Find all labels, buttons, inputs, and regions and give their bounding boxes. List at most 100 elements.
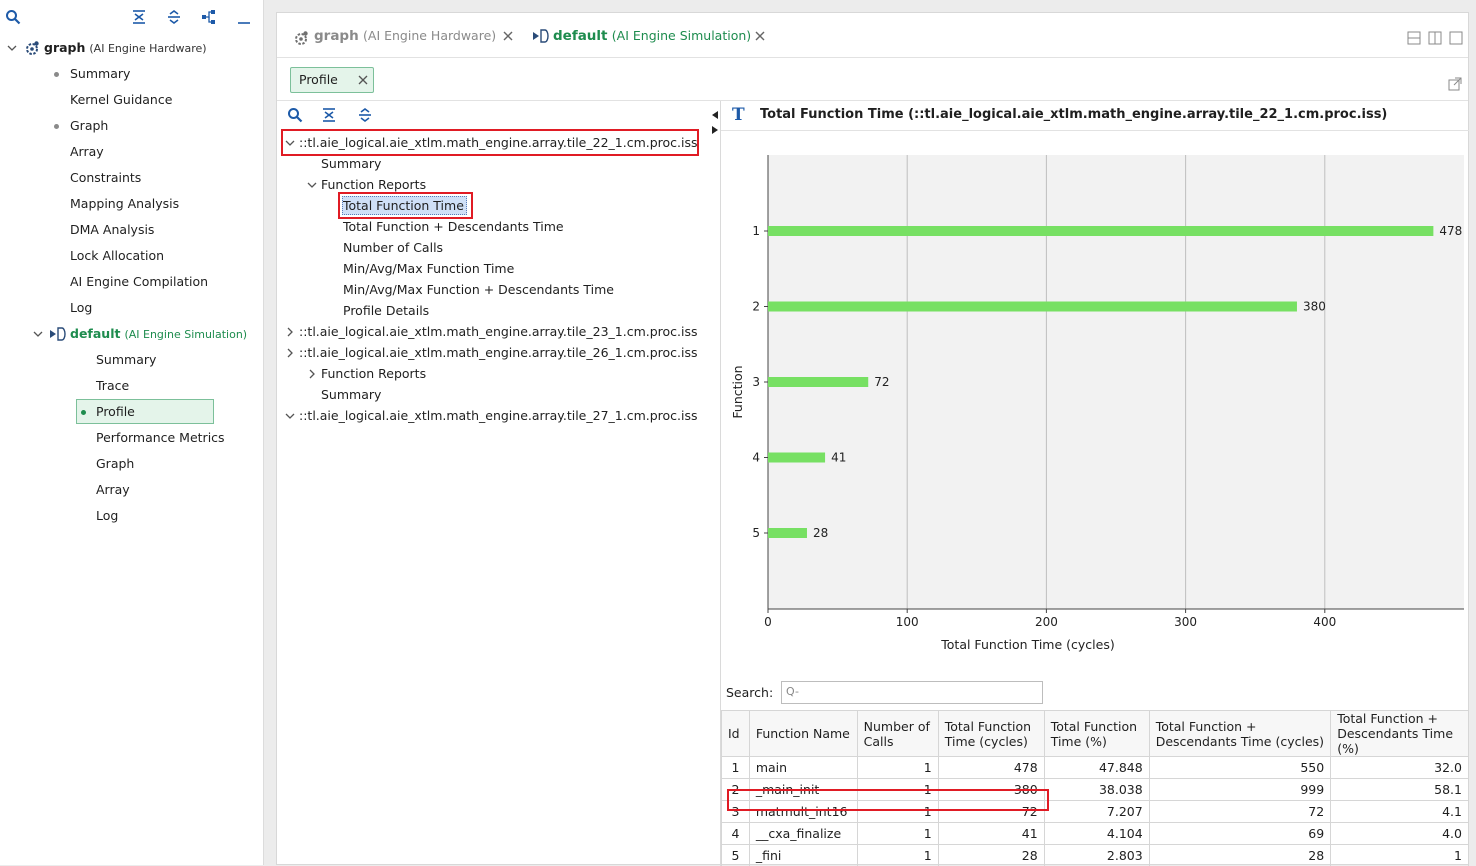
nav-default-graph[interactable]: Graph	[96, 453, 134, 475]
y-tick-label: 3	[752, 375, 760, 389]
nav-constraints[interactable]: Constraints	[70, 167, 141, 189]
table-cell: 4.1	[1331, 801, 1469, 823]
tab-graph-label: graph	[314, 28, 359, 44]
nav-default-root[interactable]: default (AI Engine Simulation)	[70, 323, 247, 345]
tree-function-descendants-time[interactable]: Total Function + Descendants Time	[343, 216, 564, 237]
nav-graph-graph[interactable]: Graph	[70, 115, 108, 137]
collapse-all-icon[interactable]	[318, 104, 340, 126]
table-cell: 28	[1149, 845, 1331, 866]
split-horizontal-icon[interactable]	[1407, 31, 1421, 45]
highlight-box	[338, 192, 473, 219]
search-icon[interactable]	[2, 6, 24, 28]
status-dot	[54, 124, 59, 129]
collapse-all-icon[interactable]	[128, 6, 150, 28]
search-input[interactable]: Q-	[781, 681, 1043, 704]
nav-graph-log[interactable]: Log	[70, 297, 92, 319]
tree-min-avg-max-descendants-time[interactable]: Min/Avg/Max Function + Descendants Time	[343, 279, 614, 300]
flow-navigator: graph (AI Engine Hardware) Summary Kerne…	[0, 0, 264, 865]
data-label: 41	[831, 451, 846, 465]
tree-tile-23-1[interactable]: ::tl.aie_logical.aie_xtlm.math_engine.ar…	[299, 321, 698, 342]
close-icon[interactable]	[358, 75, 368, 85]
nav-default-summary[interactable]: Summary	[96, 349, 156, 371]
column-header[interactable]: Number of Calls	[857, 711, 938, 757]
chevron-right-icon[interactable]	[284, 342, 296, 364]
tab-graph[interactable]: graph (AI Engine Hardware)	[314, 23, 496, 49]
tree-tile-26-1[interactable]: ::tl.aie_logical.aie_xtlm.math_engine.ar…	[299, 342, 698, 363]
nav-profile[interactable]: Profile	[96, 401, 135, 423]
table-row[interactable]: 4__cxa_finalize1414.104694.0	[722, 823, 1469, 845]
tree-tile-27-1[interactable]: ::tl.aie_logical.aie_xtlm.math_engine.ar…	[299, 405, 698, 426]
panel-title: Total Function Time (::tl.aie_logical.ai…	[760, 107, 1387, 122]
expand-all-icon[interactable]	[354, 104, 376, 126]
table-cell: 7.207	[1044, 801, 1149, 823]
tree-function-reports-26[interactable]: Function Reports	[321, 363, 426, 384]
column-header[interactable]: Total Function Time (%)	[1044, 711, 1149, 757]
nav-dma-analysis[interactable]: DMA Analysis	[70, 219, 154, 241]
nav-default-array[interactable]: Array	[96, 479, 130, 501]
expand-all-icon[interactable]	[163, 6, 185, 28]
tree-summary-26[interactable]: Summary	[321, 384, 381, 405]
minimize-icon[interactable]	[233, 6, 255, 28]
table-cell: 72	[1149, 801, 1331, 823]
tab-divider	[277, 57, 1468, 58]
chevron-right-icon[interactable]	[306, 363, 318, 385]
column-header[interactable]: Total Function + Descendants Time (cycle…	[1149, 711, 1331, 757]
nav-graph-array[interactable]: Array	[70, 141, 104, 163]
table-cell: 41	[938, 823, 1044, 845]
chevron-down-icon[interactable]	[306, 174, 318, 196]
bar	[768, 377, 868, 387]
nav-performance-metrics[interactable]: Performance Metrics	[96, 427, 225, 449]
nav-kernel-guidance[interactable]: Kernel Guidance	[70, 89, 172, 111]
tab-default[interactable]: default (AI Engine Simulation)	[553, 23, 751, 49]
navigator-toolbar	[0, 0, 264, 34]
tree-number-of-calls[interactable]: Number of Calls	[343, 237, 443, 258]
nav-lock-allocation[interactable]: Lock Allocation	[70, 245, 164, 267]
nav-mapping-analysis[interactable]: Mapping Analysis	[70, 193, 179, 215]
nav-graph-root[interactable]: graph (AI Engine Hardware)	[44, 37, 207, 59]
profile-chip[interactable]: Profile	[290, 67, 374, 93]
table-body: 1main147847.84855032.02_main_init138038.…	[722, 757, 1469, 866]
chevron-down-icon[interactable]	[284, 405, 296, 427]
chevron-right-icon[interactable]	[284, 321, 296, 343]
nav-default-log[interactable]: Log	[96, 505, 118, 527]
open-external-icon[interactable]	[1448, 77, 1462, 91]
chevron-down-icon[interactable]	[32, 323, 44, 345]
table-cell: 4.104	[1044, 823, 1149, 845]
hierarchy-icon[interactable]	[198, 6, 220, 28]
expand-right-icon[interactable]	[711, 125, 719, 135]
tree-min-avg-max-function-time[interactable]: Min/Avg/Max Function Time	[343, 258, 514, 279]
column-header[interactable]: Function Name	[749, 711, 857, 757]
nav-default-context: (AI Engine Simulation)	[124, 328, 247, 341]
table-cell: 1	[1331, 845, 1469, 866]
table-cell: 28	[938, 845, 1044, 866]
search-icon[interactable]	[284, 104, 306, 126]
plot-area	[768, 155, 1464, 609]
tree-profile-details[interactable]: Profile Details	[343, 300, 429, 321]
table-cell: 4.0	[1331, 823, 1469, 845]
status-dot	[54, 72, 59, 77]
data-label: 478	[1439, 224, 1462, 238]
nav-aie-compilation[interactable]: AI Engine Compilation	[70, 271, 208, 293]
column-header[interactable]: Total Function + Descendants Time (%)	[1331, 711, 1469, 757]
maximize-icon[interactable]	[1449, 31, 1463, 45]
table-row[interactable]: 5_fini1282.803281	[722, 845, 1469, 866]
nav-graph-summary[interactable]: Summary	[70, 63, 130, 85]
data-label: 380	[1303, 300, 1326, 314]
collapse-left-icon[interactable]	[711, 110, 719, 120]
aie-simulation-icon	[48, 326, 66, 342]
function-table-container: IdFunction NameNumber of CallsTotal Func…	[721, 710, 1469, 866]
table-row[interactable]: 1main147847.84855032.0	[722, 757, 1469, 779]
column-header[interactable]: Id	[722, 711, 750, 757]
column-header[interactable]: Total Function Time (cycles)	[938, 711, 1044, 757]
split-vertical-icon[interactable]	[1428, 31, 1442, 45]
nav-graph-context: (AI Engine Hardware)	[89, 42, 206, 55]
table-header-row: IdFunction NameNumber of CallsTotal Func…	[722, 711, 1469, 757]
nav-trace[interactable]: Trace	[96, 375, 129, 397]
table-cell: 550	[1149, 757, 1331, 779]
chevron-down-icon[interactable]	[6, 37, 18, 59]
tree-summary[interactable]: Summary	[321, 153, 381, 174]
table-cell: _fini	[749, 845, 857, 866]
x-tick-label: 200	[1035, 615, 1058, 629]
close-icon[interactable]	[502, 30, 514, 42]
close-icon[interactable]	[754, 30, 766, 42]
